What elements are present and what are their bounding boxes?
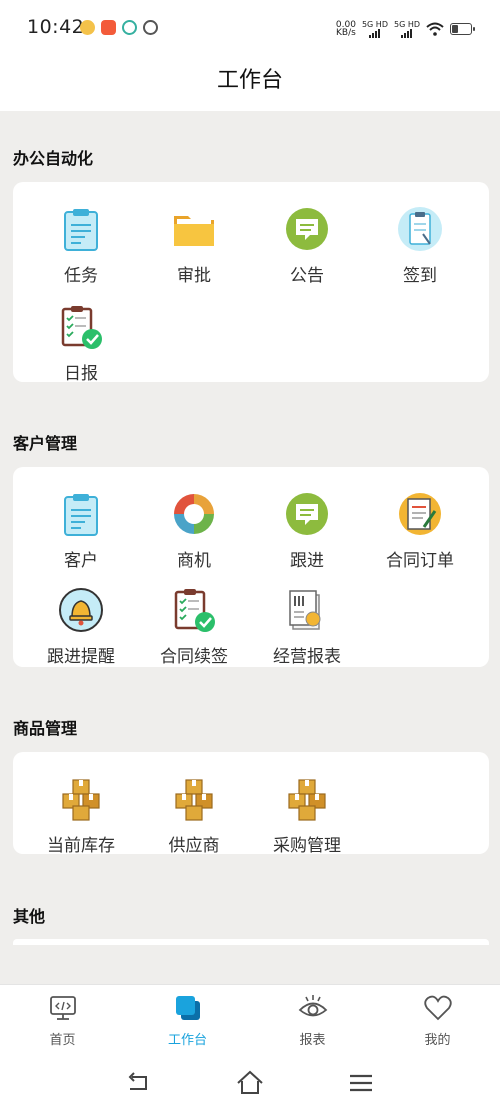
tile-label: 经营报表: [273, 647, 341, 667]
sim2-label: 5G HD: [393, 20, 420, 29]
eye-icon: [298, 995, 327, 1017]
bell-icon: [59, 588, 103, 632]
wifi-icon: [426, 22, 444, 36]
home-icon[interactable]: [235, 1068, 265, 1098]
section-title-goods: 商品管理: [13, 719, 78, 738]
tile-label: 任务: [64, 266, 98, 286]
tile-label: 合同续签: [160, 647, 228, 667]
tile-opportunity[interactable]: 商机: [139, 491, 249, 571]
tile-daily-report[interactable]: 日报: [26, 304, 136, 384]
chat-notification-icon: [122, 20, 137, 35]
tile-inventory[interactable]: 当前库存: [26, 776, 136, 856]
customer-card: 客户 商机 跟进 合同订单 跟进提醒 合同续签 经营报表: [13, 467, 489, 667]
tile-label: 当前库存: [47, 836, 115, 856]
goods-card: 当前库存 供应商 采购管理: [13, 752, 489, 856]
nav-mine[interactable]: 我的: [375, 993, 500, 1048]
heart-icon: [423, 995, 452, 1021]
boxes-icon: [62, 779, 100, 821]
tile-label: 签到: [403, 266, 437, 286]
tile-follow-up[interactable]: 跟进: [252, 491, 362, 571]
boxes-icon: [288, 779, 326, 821]
tile-label: 供应商: [168, 836, 220, 856]
boxes-icon: [175, 779, 213, 821]
tile-follow-up-reminder[interactable]: 跟进提醒: [26, 587, 136, 667]
tile-label: 客户: [64, 551, 98, 571]
cycle-icon: [174, 494, 214, 534]
checklist-icon: [61, 306, 102, 349]
tile-label: 跟进: [290, 551, 324, 571]
tile-label: 合同订单: [386, 551, 454, 571]
tile-announcement[interactable]: 公告: [252, 206, 362, 286]
tile-contract-order[interactable]: 合同订单: [365, 491, 475, 571]
back-icon[interactable]: [124, 1068, 154, 1098]
tile-approval[interactable]: 审批: [139, 206, 249, 286]
monitor-icon: [49, 996, 76, 1020]
menu-icon[interactable]: [346, 1068, 376, 1098]
checkin-icon: [398, 207, 442, 251]
page-title: 工作台: [216, 68, 283, 93]
nav-label: 工作台: [167, 1033, 207, 1048]
sync-notification-icon: [143, 20, 158, 35]
office-card: 任务 审批 公告 签到 日报: [13, 182, 489, 384]
tile-purchase[interactable]: 采购管理: [252, 776, 362, 856]
status-time: 10:42: [27, 16, 85, 38]
nav-reports[interactable]: 报表: [250, 993, 375, 1048]
nav-home[interactable]: 首页: [0, 993, 125, 1048]
sim1-signal: 5G HD: [362, 20, 388, 38]
workbench-icon: [175, 996, 200, 1020]
tile-label: 公告: [290, 266, 324, 286]
status-indicators: 0.00 KB/s 5G HD 5G HD: [336, 20, 475, 38]
app-notification-icon: [101, 20, 116, 35]
signal-bars-icon: [362, 29, 388, 38]
signal-bars-icon: [394, 29, 420, 38]
tile-label: 日报: [64, 364, 98, 384]
network-speed: 0.00 KB/s: [336, 21, 356, 38]
weibo-icon: [80, 20, 95, 35]
checklist-icon: [174, 589, 215, 632]
battery-icon: [450, 23, 475, 35]
tile-checkin[interactable]: 签到: [365, 206, 475, 286]
tile-customer[interactable]: 客户: [26, 491, 136, 571]
tile-label: 商机: [177, 551, 211, 571]
section-title-customer: 客户管理: [13, 434, 78, 453]
nav-workbench[interactable]: 工作台: [125, 993, 250, 1048]
page-header: 工作台: [0, 58, 500, 111]
section-title-office: 办公自动化: [13, 149, 94, 168]
system-nav-bar: [0, 1054, 500, 1111]
tile-task[interactable]: 任务: [26, 206, 136, 286]
section-title-other: 其他: [13, 907, 46, 926]
tile-label: 审批: [177, 266, 211, 286]
tile-business-report[interactable]: 经营报表: [252, 587, 362, 667]
notification-icons: [80, 20, 158, 35]
status-bar: 10:42 0.00 KB/s 5G HD 5G HD: [0, 0, 500, 58]
folder-icon: [174, 216, 214, 246]
sim1-label: 5G HD: [361, 20, 388, 29]
nav-label: 报表: [299, 1033, 326, 1048]
other-card: [13, 939, 489, 945]
tile-contract-renewal[interactable]: 合同续签: [139, 587, 249, 667]
nav-label: 首页: [49, 1033, 76, 1048]
bottom-nav: 首页 工作台 报表 我的: [0, 984, 500, 1055]
tile-label: 跟进提醒: [47, 647, 115, 667]
sim2-signal: 5G HD: [394, 20, 420, 38]
tile-supplier[interactable]: 供应商: [139, 776, 249, 856]
nav-label: 我的: [424, 1033, 451, 1048]
tile-label: 采购管理: [273, 836, 341, 856]
report-icon: [289, 590, 321, 630]
contract-icon: [399, 493, 441, 535]
message-icon: [286, 493, 328, 535]
message-icon: [286, 208, 328, 250]
clipboard-icon: [64, 209, 98, 251]
clipboard-icon: [64, 494, 98, 536]
network-speed-unit: KB/s: [336, 28, 356, 38]
